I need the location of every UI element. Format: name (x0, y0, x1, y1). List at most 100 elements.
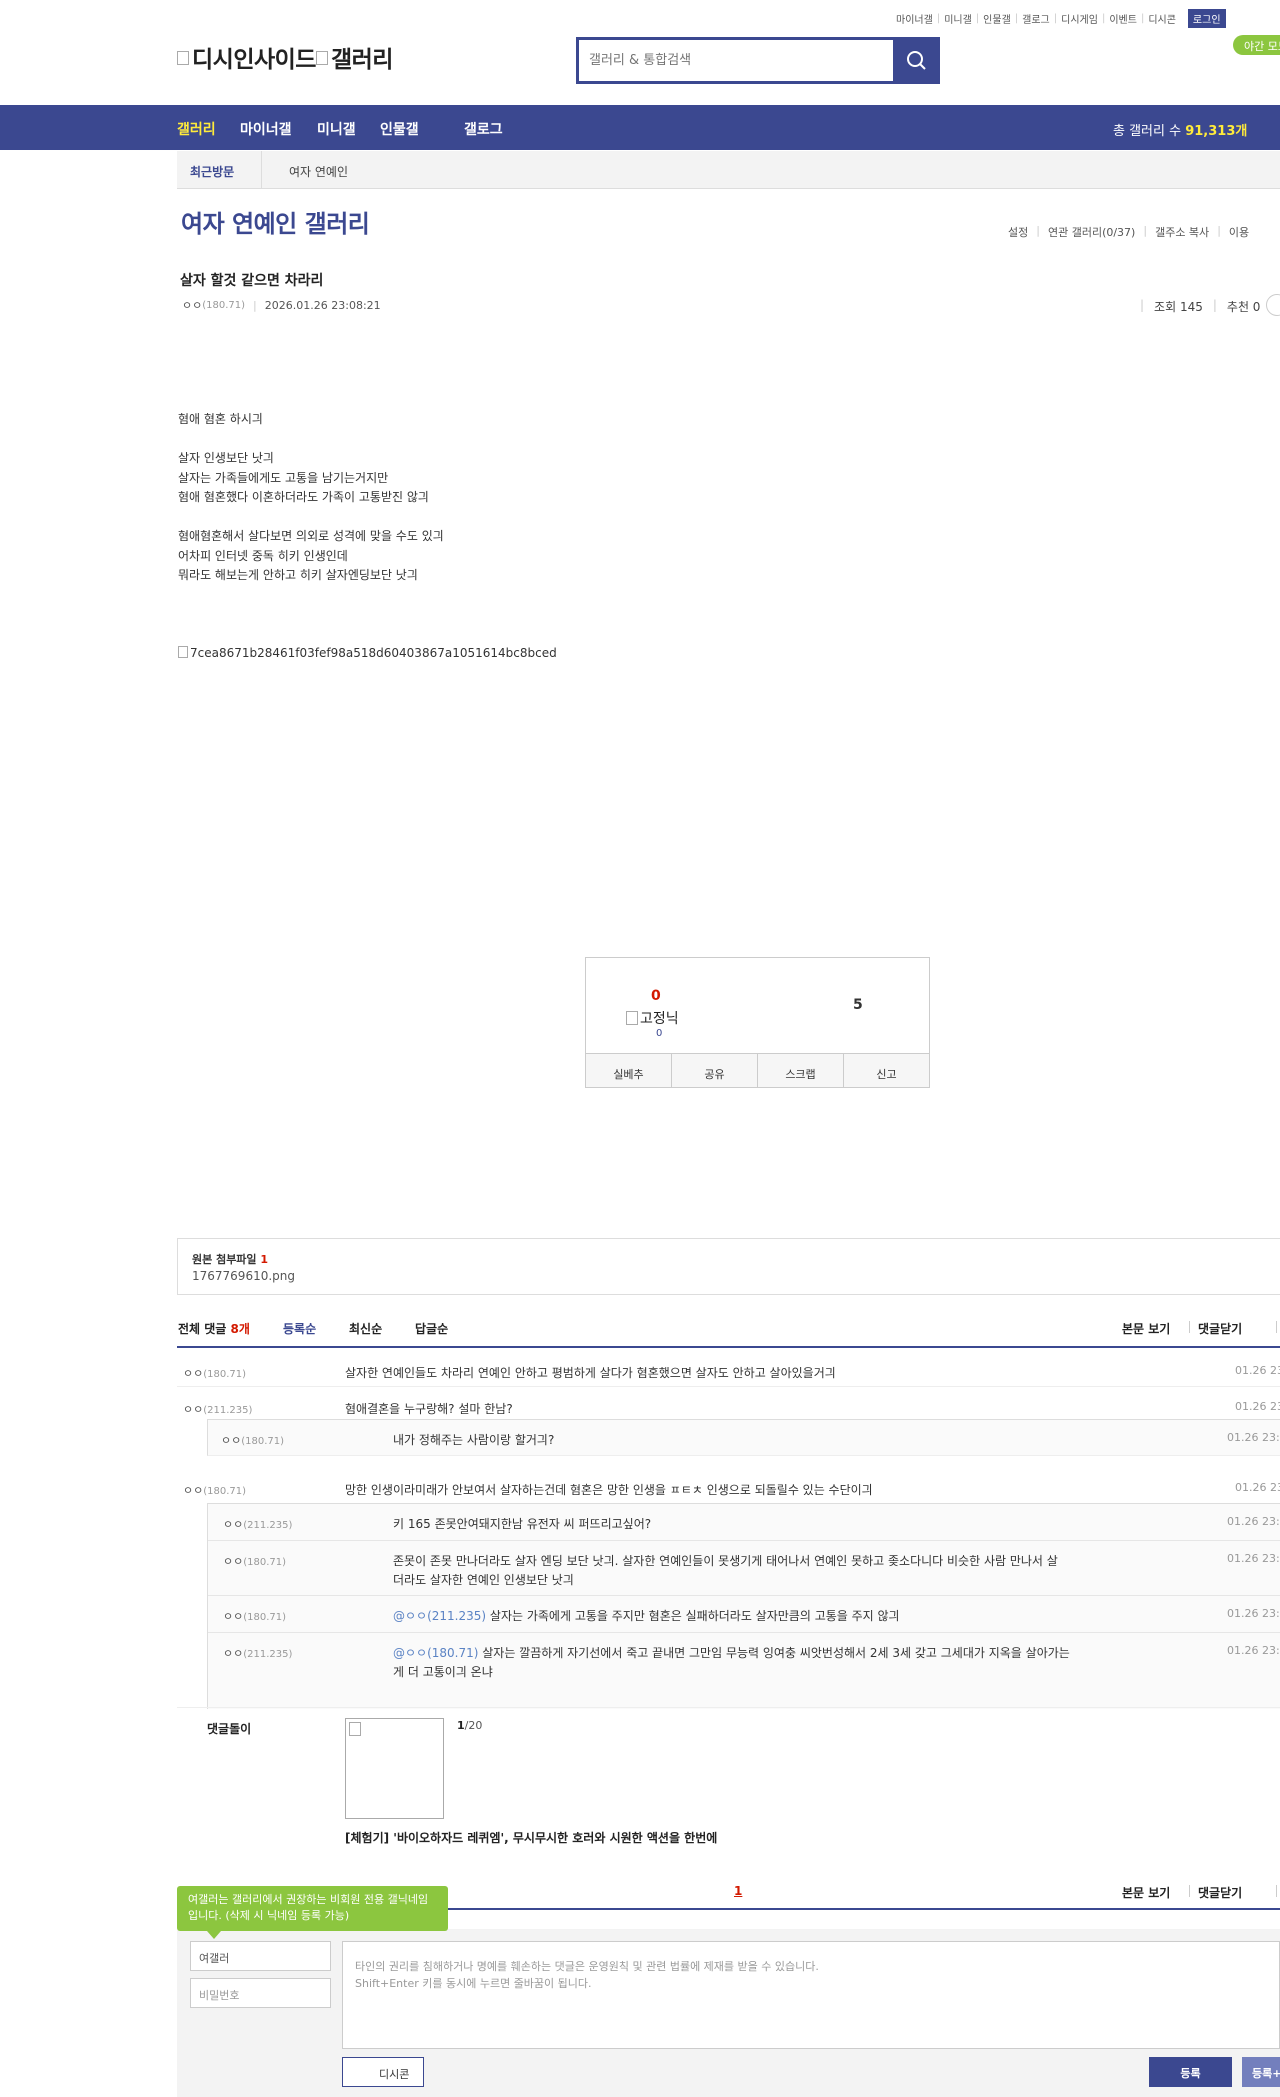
post-author[interactable]: ㅇㅇ (182, 297, 202, 313)
attachment-label: 원본 첨부파일 1 (192, 1253, 269, 1266)
reply-item: ㅇㅇ(211.235) @ㅇㅇ(180.71) 살자는 깔끔하게 자기선에서 죽… (208, 1633, 1280, 1688)
post-body-line: 혐애 혐혼 하시긔 (178, 412, 263, 426)
nav-gallog[interactable]: 갤로그 (464, 119, 503, 139)
reply-date: 01.26 23:3 (1227, 1552, 1280, 1565)
nav-gallery[interactable]: 갤러리 (177, 119, 216, 139)
sort-registered[interactable]: 등록순 (283, 1320, 316, 1337)
broken-image-icon (178, 646, 188, 658)
reply-text: 내가 정해주는 사람이랑 할거긔? (393, 1433, 555, 1447)
search-button[interactable] (895, 40, 937, 81)
comment-nick[interactable]: ㅇㅇ(180.71) (183, 1482, 246, 1498)
comment-item: ㅇㅇ(180.71) 망한 인생이라미래가 안보여서 살자하는건데 혐혼은 망한… (177, 1468, 1280, 1500)
mention-link[interactable]: @ㅇㅇ(211.235) (393, 1609, 486, 1623)
post-image[interactable]: 7cea8671b28461f03fef98a518d60403867a1051… (178, 646, 557, 660)
reply-date: 01.26 23:3 (1227, 1607, 1280, 1620)
report-button[interactable]: 신고 (844, 1054, 929, 1087)
password-field[interactable]: 비밀번호 (190, 1978, 331, 2008)
post-author-ip: (180.71) (202, 299, 246, 311)
vote-actions: 실베추 공유 스크랩 신고 (586, 1053, 929, 1087)
comment-nick[interactable]: ㅇㅇ(180.71) (183, 1365, 246, 1381)
util-person-gallery[interactable]: 인물갤 (979, 11, 1015, 26)
reply-item: ㅇㅇ(211.235) 키 165 존못안여돼지한남 유전자 씨 퍼뜨리고싶어?… (208, 1504, 1280, 1541)
more-options-button[interactable] (1266, 294, 1280, 316)
util-mini-gallery[interactable]: 미니갤 (940, 11, 976, 26)
recent-visits: 최근방문 여자 연예인 (177, 151, 1280, 189)
submit-recommend-button[interactable]: 등록+추천 (1242, 2057, 1280, 2087)
util-dc-game[interactable]: 디시게임 (1057, 11, 1102, 26)
reply-nick[interactable]: ㅇㅇ(180.71) (221, 1432, 284, 1448)
comment-page-current[interactable]: 1 (734, 1884, 742, 1898)
search-box (576, 37, 940, 84)
post-body-line: 어차피 인터넷 중독 히키 인생인데 (178, 548, 348, 563)
comment-text: 망한 인생이라미래가 안보여서 살자하는건데 혐혼은 망한 인생을 ㅍㅌㅊ 인생… (345, 1483, 873, 1497)
nav-mini-gallery[interactable]: 미니갤 (317, 119, 356, 139)
reply-nick[interactable]: ㅇㅇ(180.71) (223, 1553, 286, 1569)
comment-nick[interactable]: ㅇㅇ(211.235) (183, 1401, 252, 1417)
util-dccon[interactable]: 디시콘 (1144, 11, 1180, 26)
settings-link[interactable]: 설정 (1000, 224, 1036, 240)
attachment-file[interactable]: 1767769610.png (192, 1269, 295, 1283)
comment-bot-image[interactable] (345, 1718, 444, 1819)
comment-item: ㅇㅇ(180.71) 살자한 연예인들도 차라리 연예인 안하고 평범하게 살다… (177, 1351, 1280, 1387)
attachment-box: 원본 첨부파일 1 1767769610.png (177, 1238, 1280, 1295)
post-body-line (178, 430, 444, 450)
post-body-line: 혐애혐혼해서 살다보면 의외로 성격에 맞을 수도 있긔 (178, 529, 444, 543)
view-body-button[interactable]: 본문 보기 (1122, 1884, 1170, 1901)
post-date: 2026.01.26 23:08:21 (264, 298, 381, 312)
related-gallery-link[interactable]: 연관 갤러리(0/37) (1040, 224, 1143, 240)
comment-date: 01.26 23:1 (1235, 1364, 1280, 1377)
comment-text: 살자한 연예인들도 차라리 연예인 안하고 평범하게 살다가 혐혼했으면 살자도… (345, 1366, 836, 1380)
reply-nick[interactable]: ㅇㅇ(180.71) (223, 1608, 286, 1624)
login-button[interactable]: 로그인 (1187, 9, 1226, 28)
nav-minor-gallery[interactable]: 마이너갤 (240, 119, 292, 139)
post-body-line: 살자 인생보단 낫긔 (178, 451, 274, 465)
not-recommend-count[interactable]: 5 (853, 997, 863, 1013)
reply-date: 01.26 23:1 (1227, 1431, 1280, 1444)
gallery-options: 설정 | 연관 갤러리(0/37) | 갤주소 복사 | 이용 (1000, 224, 1257, 240)
close-comments-button[interactable]: 댓글닫기 (1198, 1320, 1242, 1337)
usage-link[interactable]: 이용 (1221, 224, 1257, 240)
reply-item: ㅇㅇ(180.71) 내가 정해주는 사람이랑 할거긔? 01.26 23:1 (207, 1419, 1280, 1456)
broken-image-icon (315, 51, 328, 65)
scrap-button[interactable]: 스크랩 (758, 1054, 844, 1087)
close-comments-button[interactable]: 댓글닫기 (1198, 1884, 1242, 1901)
copy-address-link[interactable]: 갤주소 복사 (1147, 224, 1217, 240)
recent-label: 최근방문 (190, 165, 235, 179)
best-recommend-button[interactable]: 실베추 (586, 1054, 672, 1087)
reply-date: 01.26 23:4 (1227, 1644, 1280, 1657)
nickname-field[interactable]: 여갤러 (190, 1941, 331, 1971)
search-icon (907, 51, 926, 70)
search-input[interactable] (579, 40, 895, 81)
comment-date: 01.26 23:1 (1235, 1481, 1280, 1494)
broken-image-icon (349, 1722, 361, 1736)
util-gallog[interactable]: 갤로그 (1018, 11, 1054, 26)
reply-group: ㅇㅇ(211.235) 키 165 존못안여돼지한남 유전자 씨 퍼뜨리고싶어?… (207, 1503, 1280, 1709)
recent-item[interactable]: 여자 연예인 (289, 163, 348, 180)
reply-nick[interactable]: ㅇㅇ(211.235) (223, 1516, 292, 1532)
reply-nick[interactable]: ㅇㅇ(211.235) (223, 1645, 292, 1661)
logo[interactable]: 디시인사이드 갤러리 (177, 40, 393, 74)
comment-total: 전체 댓글 8개 (178, 1322, 250, 1336)
total-gallery-count: 총 갤러리 수 91,313개 (1113, 124, 1248, 139)
submit-button[interactable]: 등록 (1149, 2057, 1232, 2087)
post-body-line (178, 508, 444, 528)
comment-bot-link[interactable]: [체험기] '바이오하자드 레퀴엠', 무시무시한 호러와 시원한 액션을 한번… (345, 1829, 717, 1846)
sort-latest[interactable]: 최신순 (349, 1320, 382, 1337)
view-body-button[interactable]: 본문 보기 (1122, 1320, 1170, 1337)
comment-textarea[interactable]: 타인의 권리를 침해하거나 명예를 훼손하는 댓글은 운영원칙 및 관련 법률에… (342, 1941, 1280, 2049)
util-event[interactable]: 이벤트 (1105, 11, 1141, 26)
comment-text: 혐애결혼을 누구랑해? 설마 한남? (345, 1402, 513, 1416)
mention-link[interactable]: @ㅇㅇ(180.71) (393, 1646, 478, 1660)
post-body-line: 혐애 혐혼했다 이혼하더라도 가족이 고통받진 않긔 (178, 490, 429, 504)
dccon-button[interactable]: 디시콘 (342, 2057, 424, 2087)
util-minor-gallery[interactable]: 마이너갤 (892, 11, 937, 26)
reply-text: @ㅇㅇ(211.235) 살자는 가족에게 고통을 주지만 혐혼은 실패하더라도… (393, 1609, 900, 1623)
reply-text: 존못이 존못 만나더라도 살자 엔딩 보단 낫긔. 살자한 연예인들이 못생기게… (393, 1554, 1058, 1587)
reply-date: 01.26 23:2 (1227, 1515, 1280, 1528)
nav-person-gallery[interactable]: 인물갤 (380, 119, 419, 139)
comment-bot-count: 1/20 (457, 1719, 483, 1732)
gallery-title[interactable]: 여자 연예인 갤러리 (181, 204, 370, 239)
share-button[interactable]: 공유 (672, 1054, 758, 1087)
sort-replies[interactable]: 답글순 (415, 1320, 448, 1337)
night-mode-button[interactable]: 야간 모드 (1233, 35, 1280, 55)
